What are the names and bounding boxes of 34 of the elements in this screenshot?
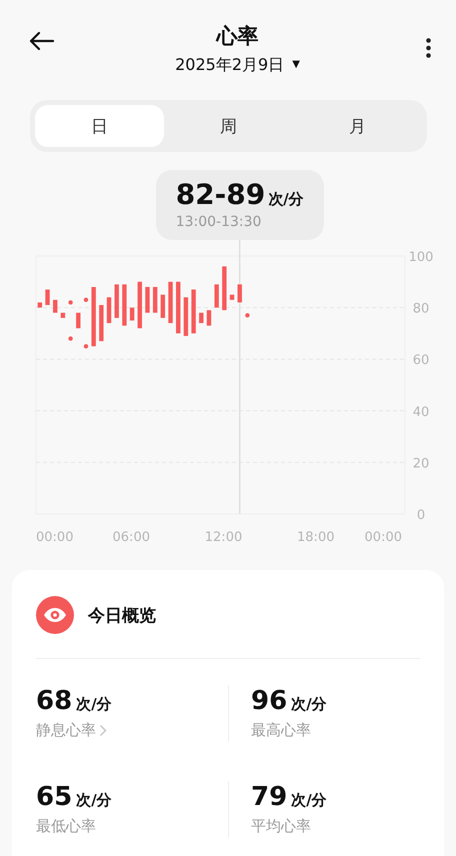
page-title: 心率 xyxy=(216,23,258,50)
time-range: 13:00-13:30 xyxy=(176,213,262,232)
x-axis-label: 00:00 xyxy=(36,530,74,545)
unit-label: 次/分 xyxy=(268,190,304,208)
y-axis-label: 20 xyxy=(412,456,430,472)
unit-label: 次/分 xyxy=(76,695,112,714)
section-title: 今日概览 xyxy=(88,604,156,626)
y-axis-label: 60 xyxy=(412,353,430,368)
unit-label: 次/分 xyxy=(291,695,327,714)
period-tab[interactable]: 月 xyxy=(293,105,422,147)
unit-label: 次/分 xyxy=(76,791,112,810)
stat-label: 最低心率 xyxy=(36,816,96,837)
stat-value: 79 xyxy=(251,781,288,813)
stat-label: 平均心率 xyxy=(251,816,311,837)
stat-value: 68 xyxy=(36,685,72,717)
x-axis-label: 06:00 xyxy=(112,530,150,545)
x-axis-label: 12:00 xyxy=(204,530,242,545)
stat-label: 最高心率 xyxy=(251,720,311,741)
dropdown-caret[interactable]: ▼ xyxy=(292,54,300,76)
unit-label: 次/分 xyxy=(291,791,327,810)
period-tab[interactable]: 周 xyxy=(164,105,293,147)
stat-value: 96 xyxy=(251,685,288,717)
y-axis-label: 40 xyxy=(412,404,430,420)
x-axis-label: 18:00 xyxy=(297,530,334,545)
y-axis-label: 100 xyxy=(408,250,434,265)
eye-icon xyxy=(36,596,74,634)
x-axis-label: 00:00 xyxy=(364,530,402,545)
stat-value: 65 xyxy=(36,781,72,813)
more-menu-icon xyxy=(426,38,431,58)
date-selector[interactable]: 2025年2月9日 xyxy=(175,54,284,76)
heart-rate-range: 82-89 xyxy=(176,178,266,211)
y-axis-label: 0 xyxy=(416,508,426,523)
period-tab[interactable]: 日 xyxy=(35,105,164,147)
y-axis-label: 80 xyxy=(412,302,430,317)
